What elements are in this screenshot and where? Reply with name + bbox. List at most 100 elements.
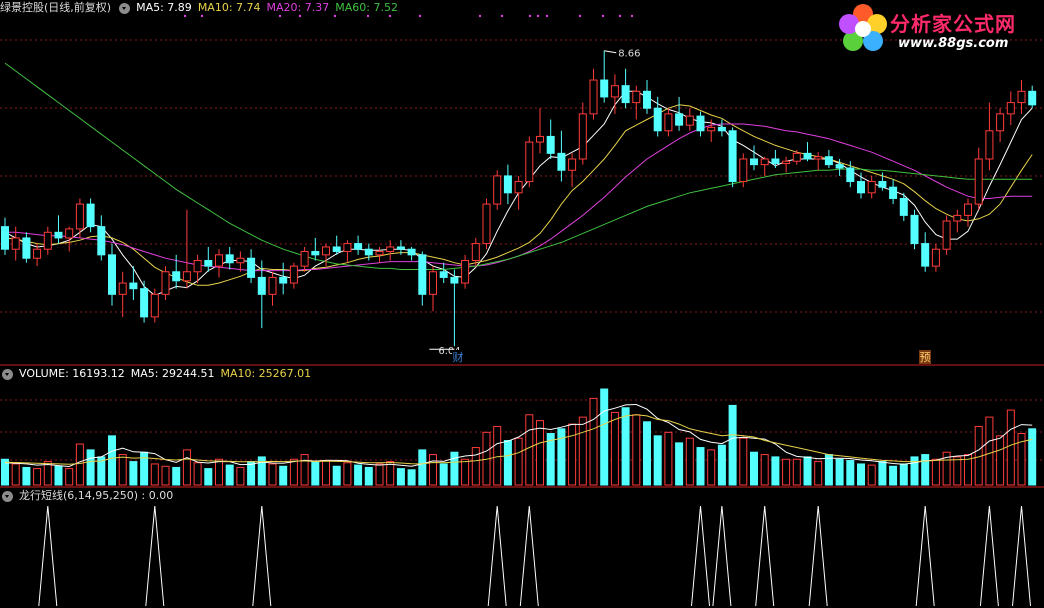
volume-bar xyxy=(33,468,42,486)
candle-body xyxy=(750,158,758,166)
candle-body xyxy=(696,115,705,132)
volume-bar xyxy=(461,458,470,486)
candle xyxy=(996,108,1005,143)
candle-body xyxy=(364,248,373,256)
candle xyxy=(696,111,705,137)
volume-bar xyxy=(1006,409,1015,486)
volume-bar xyxy=(664,431,673,486)
ma10-value: MA10: 7.74 xyxy=(197,1,261,14)
chevron-down-icon[interactable] xyxy=(119,2,131,14)
candle-body xyxy=(685,115,694,126)
candle xyxy=(685,108,694,131)
price-header: 绿景控股(日线,前复权) MA5: 7.89 MA10: 7.74 MA20: … xyxy=(0,0,398,16)
candle xyxy=(386,240,395,261)
forecast-marker-label: 预 xyxy=(920,351,931,364)
volume-bar xyxy=(985,416,994,486)
candle xyxy=(771,149,780,169)
candle-body xyxy=(546,135,555,154)
candle-body xyxy=(1,226,9,250)
candle xyxy=(493,170,502,210)
candle-body xyxy=(482,203,491,245)
candle-body xyxy=(418,254,427,295)
candle-body xyxy=(215,254,223,267)
volume-bar xyxy=(632,414,641,486)
candle xyxy=(439,262,448,284)
candle-body xyxy=(11,237,20,250)
candle xyxy=(129,266,138,300)
high-pointer xyxy=(604,50,617,54)
candle xyxy=(461,254,470,289)
candle-body xyxy=(300,250,309,267)
candle-body xyxy=(974,158,983,205)
volume-bar xyxy=(846,459,855,486)
price-grid xyxy=(0,14,1044,488)
volume-bar xyxy=(182,449,191,486)
candle xyxy=(728,127,737,188)
candle xyxy=(643,80,651,114)
candle xyxy=(97,215,106,261)
candle-body xyxy=(835,164,844,169)
candle-body xyxy=(675,113,684,126)
candle xyxy=(717,119,726,137)
volume-bar xyxy=(503,440,512,486)
candle xyxy=(215,249,223,278)
volume-bar xyxy=(300,454,309,486)
candle xyxy=(610,74,619,114)
ma5-value: MA5: 7.89 xyxy=(136,1,192,14)
top-dot xyxy=(545,14,549,18)
candle xyxy=(332,235,341,255)
candle-body xyxy=(621,85,630,104)
candle-body xyxy=(931,248,940,267)
volume-bar xyxy=(22,466,31,486)
candle-body xyxy=(664,113,673,132)
volume-bar xyxy=(343,462,352,486)
signal-spike xyxy=(712,505,732,607)
candle xyxy=(750,145,758,171)
logo-text: 分析家公式网 xyxy=(890,12,1016,36)
volume-bar xyxy=(204,468,213,486)
candle-body xyxy=(910,214,919,245)
volume-bar xyxy=(536,420,544,486)
volume-bar xyxy=(728,404,737,486)
volume-bar xyxy=(364,466,373,486)
candle-body xyxy=(589,79,598,115)
candle-body xyxy=(760,158,769,166)
volume-bar xyxy=(696,447,705,486)
volume-bar xyxy=(717,444,726,486)
candle-body xyxy=(22,237,31,259)
candle-body xyxy=(728,130,737,183)
candle-body xyxy=(632,90,641,104)
candle-body xyxy=(493,175,502,205)
candle xyxy=(268,271,277,306)
candle-body xyxy=(33,248,42,259)
candle-body xyxy=(889,186,898,199)
candle-body xyxy=(707,126,716,132)
candle-body xyxy=(118,282,127,295)
candle xyxy=(568,153,577,188)
volume-bar xyxy=(525,414,534,486)
candle-body xyxy=(343,243,352,252)
candle xyxy=(482,198,491,250)
top-dot xyxy=(500,14,504,18)
volume-bar xyxy=(289,458,298,486)
candle-body xyxy=(921,243,930,267)
volume-bar xyxy=(996,435,1005,486)
candle-body xyxy=(1028,90,1037,106)
candle xyxy=(964,198,972,227)
candle-body xyxy=(172,271,181,282)
candle xyxy=(921,232,930,272)
candle-body xyxy=(43,231,52,250)
candle-body xyxy=(953,214,962,222)
top-dot xyxy=(618,14,622,18)
price-annotations: 8.666.04财预 xyxy=(429,49,931,364)
chevron-down-icon[interactable] xyxy=(2,368,13,380)
candle-body xyxy=(150,293,159,318)
site-logo: 分析家公式网 www.88gs.com xyxy=(836,2,1036,58)
volume-bar xyxy=(867,464,876,486)
candle-body xyxy=(140,288,149,318)
candle-body xyxy=(375,250,384,256)
chevron-down-icon[interactable] xyxy=(2,490,13,502)
signal-spike xyxy=(691,505,710,607)
volume-ma5-value: MA5: 29244.51 xyxy=(130,367,215,380)
signal-spike xyxy=(1012,505,1031,607)
